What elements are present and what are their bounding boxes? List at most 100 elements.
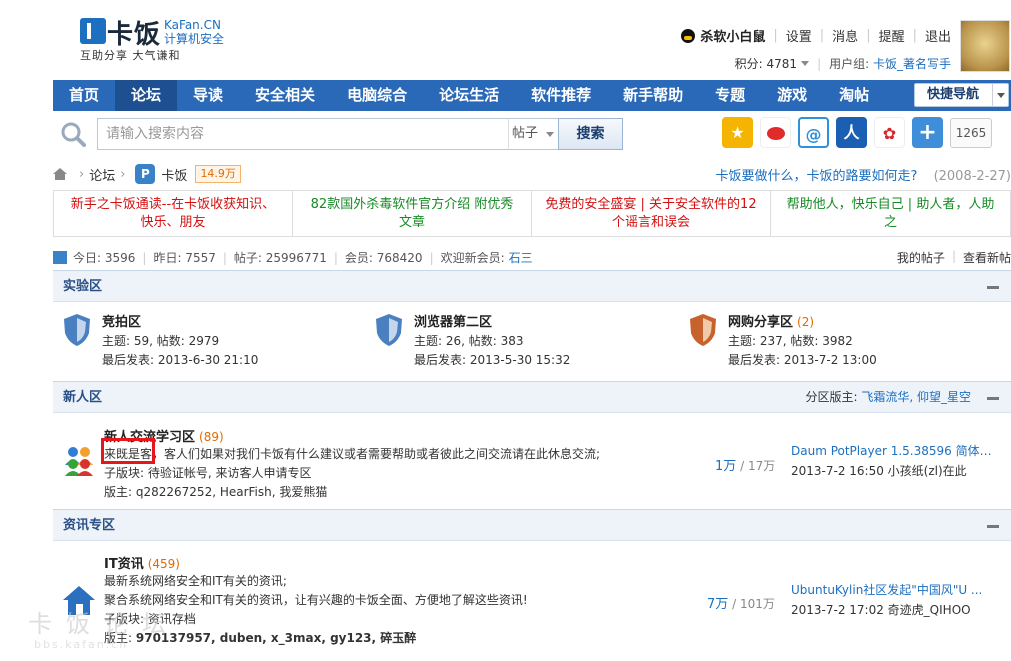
messages-link[interactable]: 消息 xyxy=(832,26,858,45)
tencent-weibo-share-icon[interactable]: @ xyxy=(798,117,829,148)
section-title[interactable]: 新人区 xyxy=(63,390,102,405)
search-icon xyxy=(61,122,86,147)
home-icon[interactable] xyxy=(53,167,68,181)
forum-subforums: 子版块: 待验证帐号, 来访客人申请专区 xyxy=(104,466,312,480)
forum-shield-icon[interactable] xyxy=(62,313,92,347)
announcement-item[interactable]: 免费的安全盛宴 | 关于安全软件的12个谣言和误会 xyxy=(532,191,771,236)
last-post-title-link[interactable]: Daum PotPlayer 1.5.38596 简体中 ... xyxy=(791,441,1001,461)
weibo-share-icon[interactable] xyxy=(760,117,791,148)
announcement-item[interactable]: 82款国外杀毒软件官方介绍 附优秀文章 xyxy=(293,191,532,236)
user-name-link[interactable]: 杀软小白鼠 xyxy=(700,26,765,45)
section-header-newbie: 新人区 分区版主: 飞霜流华, 仰望_星空 xyxy=(53,381,1011,413)
breadcrumb: › 论坛 › P 卡饭 14.9万 xyxy=(53,164,241,184)
announcement-bar: 新手之卡饭通读--在卡饭收获知识、快乐、朋友 82款国外杀毒软件官方介绍 附优秀… xyxy=(53,190,1011,237)
breadcrumb-forum[interactable]: 论坛 xyxy=(89,165,115,184)
main-nav: 首页 论坛 导读 安全相关 电脑综合 论坛生活 软件推荐 新手帮助 专题 游戏 … xyxy=(53,80,1011,111)
logo-text[interactable]: 卡饭 xyxy=(107,14,161,51)
notifications-link[interactable]: 提醒 xyxy=(879,26,905,45)
group-link[interactable]: 卡饭_著名写手 xyxy=(873,55,951,72)
quick-nav-button[interactable]: 快捷导航 xyxy=(914,83,1009,107)
my-posts-link[interactable]: 我的帖子 xyxy=(897,249,945,266)
stat-welcome: 欢迎新会员: xyxy=(440,251,505,265)
kafan-logo-icon[interactable] xyxy=(80,18,106,44)
chevron-right-icon: › xyxy=(120,166,126,182)
chevron-right-icon: › xyxy=(79,166,85,182)
forum-last-post: UbuntuKylin社区发起"中国风"U ... 2013-7-2 17:02… xyxy=(791,580,1001,620)
settings-link[interactable]: 设置 xyxy=(786,26,812,45)
forum-name-link[interactable]: 竞拍区 xyxy=(102,315,141,330)
stats-links: 我的帖子 | 查看新帖 xyxy=(896,249,1011,266)
announcement-item[interactable]: 帮助他人，快乐自己 | 助人者，人助之 xyxy=(771,191,1010,236)
nav-home[interactable]: 首页 xyxy=(53,80,115,111)
forum-description: 最新系统网络安全和IT有关的资讯; xyxy=(104,574,287,588)
qzone-share-icon[interactable]: ★ xyxy=(722,117,753,148)
featured-thread-link[interactable]: 卡饭要做什么，卡饭的路要如何走? xyxy=(716,169,918,184)
logout-link[interactable]: 退出 xyxy=(925,26,951,45)
search-button[interactable]: 搜索 xyxy=(558,118,623,150)
section-title[interactable]: 资讯专区 xyxy=(63,518,115,533)
nav-life[interactable]: 论坛生活 xyxy=(423,80,515,111)
chevron-down-icon xyxy=(546,132,555,137)
moderators-links[interactable]: 飞霜流华, 仰望_星空 xyxy=(861,390,971,404)
more-share-icon[interactable]: + xyxy=(912,117,943,148)
search-type-select[interactable]: 帖子 xyxy=(508,118,559,150)
user-info-line: 积分: 4781 | 用户组: 卡饭_著名写手 xyxy=(734,55,951,72)
stats-chart-icon xyxy=(53,251,67,264)
forum-new-count: (89) xyxy=(199,430,224,444)
collapse-icon[interactable] xyxy=(987,397,999,400)
nav-security[interactable]: 安全相关 xyxy=(239,80,331,111)
nav-games[interactable]: 游戏 xyxy=(761,80,823,111)
owners-links[interactable]: q282267252, HearFish, 我爱熊猫 xyxy=(136,485,328,499)
forum-shield-icon[interactable] xyxy=(374,313,404,347)
users-group-icon[interactable] xyxy=(62,443,96,477)
nav-software[interactable]: 软件推荐 xyxy=(515,80,607,111)
forum-name-link[interactable]: 网购分享区 xyxy=(728,315,793,330)
forum-last-post: 最后发表: 2013-7-2 13:00 xyxy=(728,353,877,367)
share-count: 1265 xyxy=(950,117,992,148)
nav-topics[interactable]: 专题 xyxy=(699,80,761,111)
new-posts-link[interactable]: 查看新帖 xyxy=(963,249,1011,266)
renren-share-icon[interactable]: 人 xyxy=(836,117,867,148)
section-title[interactable]: 实验区 xyxy=(63,279,102,294)
forum-name-link[interactable]: 浏览器第二区 xyxy=(414,315,492,330)
stat-yesterday: 昨日: 7557 xyxy=(153,251,216,265)
quick-nav-label: 快捷导航 xyxy=(927,87,980,102)
featured-thread-date: (2008-2-27) xyxy=(933,169,1011,184)
announcement-item[interactable]: 新手之卡饭通读--在卡饭收获知识、快乐、朋友 xyxy=(54,191,293,236)
nav-taotie[interactable]: 淘帖 xyxy=(823,80,885,111)
forum-badge-icon: P xyxy=(135,164,156,184)
nav-forum[interactable]: 论坛 xyxy=(115,80,178,111)
logo-en-line1: KaFan.CN xyxy=(164,18,221,32)
chevron-down-icon[interactable] xyxy=(801,61,810,66)
collapse-icon[interactable] xyxy=(987,286,999,289)
last-post-title-link[interactable]: UbuntuKylin社区发起"中国风"U ... xyxy=(791,580,1001,600)
last-post-info: 2013-7-2 17:02 奇迹虎_QIHOO xyxy=(791,603,971,617)
moderators-label: 分区版主: xyxy=(805,390,858,404)
section-header-news: 资讯专区 xyxy=(53,509,1011,541)
nav-computer[interactable]: 电脑综合 xyxy=(331,80,423,111)
nav-newbie-help[interactable]: 新手帮助 xyxy=(607,80,699,111)
search-input[interactable]: 请输入搜索内容 xyxy=(97,118,509,150)
logo-slogan: 互助分享 大气谦和 xyxy=(80,49,181,62)
forum-item: IT资讯 (459) 最新系统网络安全和IT有关的资讯; 聚合系统网络安全和IT有… xyxy=(104,553,664,648)
forum-topics: 主题: 59, 帖数: 2979 xyxy=(102,334,220,348)
forum-shield-icon[interactable] xyxy=(688,313,718,347)
stat-members: 会员: 768420 xyxy=(344,251,423,265)
forum-post-stats: 1万 / 17万 xyxy=(715,459,776,474)
forum-last-post: 最后发表: 2013-6-30 21:10 xyxy=(102,353,259,367)
forum-description: 来既是客，客人们如果对我们卡饭有什么建议或者需要帮助或者彼此之间交流请在此休息交… xyxy=(104,447,601,461)
avatar[interactable] xyxy=(960,20,1010,72)
forum-last-post: Daum PotPlayer 1.5.38596 简体中 ... 2013-7-… xyxy=(791,441,1001,481)
new-member-link[interactable]: 石三 xyxy=(509,249,533,266)
share-bar: ★ @ 人 ✿ + 1265 xyxy=(722,117,992,148)
kaixin-share-icon[interactable]: ✿ xyxy=(874,117,905,148)
points-link[interactable]: 积分: 4781 xyxy=(735,55,797,72)
forum-name-link[interactable]: IT资讯 xyxy=(104,557,144,572)
breadcrumb-kafan[interactable]: 卡饭 xyxy=(161,165,187,184)
stat-posts: 101万 xyxy=(739,597,775,611)
nav-guide[interactable]: 导读 xyxy=(177,80,239,111)
forum-description: 聚合系统网络安全和IT有关的资讯，让有兴趣的卡饭全面、方便地了解这些资讯! xyxy=(104,593,528,607)
collapse-icon[interactable] xyxy=(987,525,999,528)
forum-stats: 今日: 3596 | 昨日: 7557 | 帖子: 25996771 | 会员:… xyxy=(53,249,533,266)
stat-today: 今日: 3596 xyxy=(73,251,136,265)
